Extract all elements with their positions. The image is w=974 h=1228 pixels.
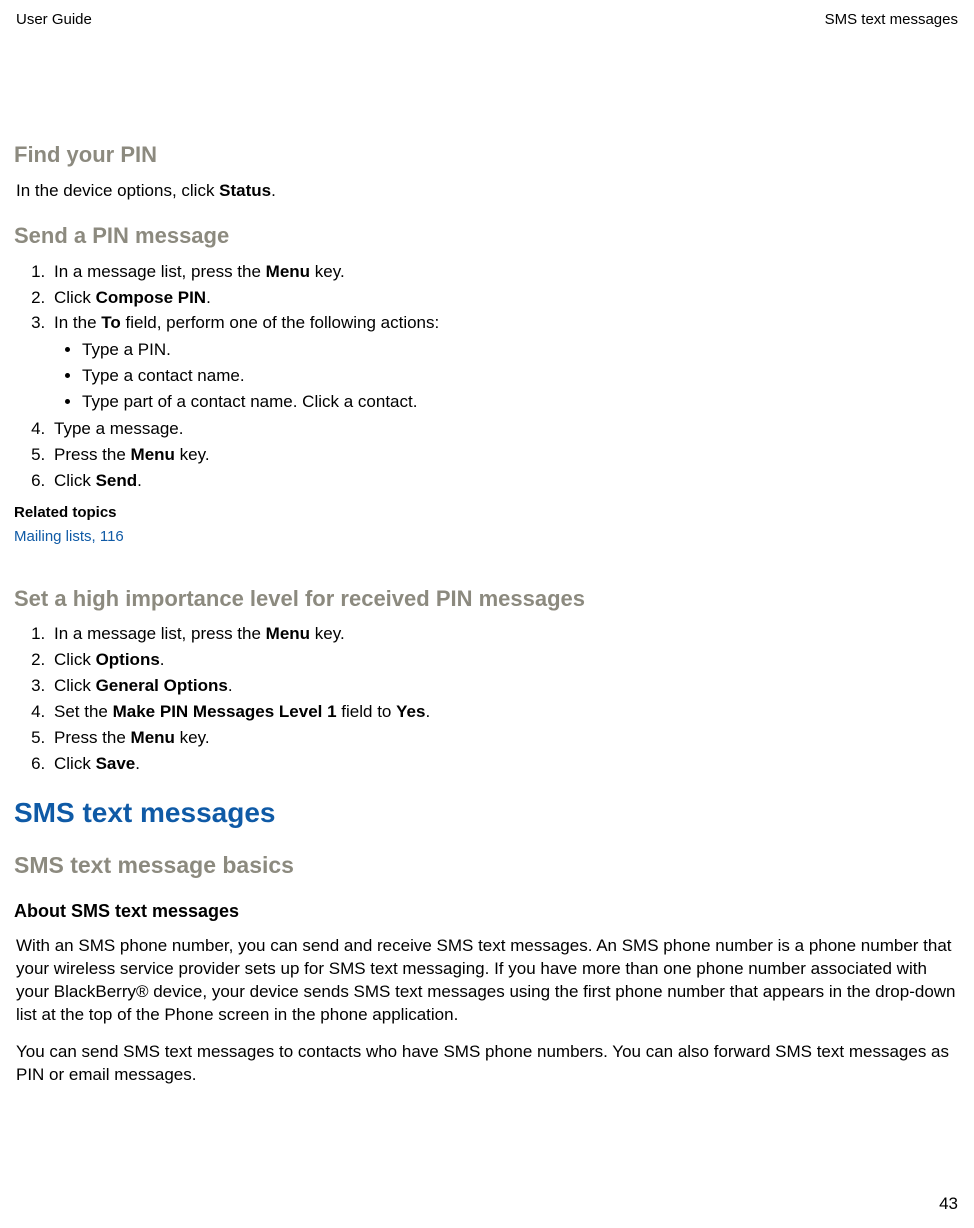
text-fragment: key. bbox=[175, 728, 210, 747]
heading-about-sms: About SMS text messages bbox=[14, 899, 960, 923]
text-fragment: In the device options, click bbox=[16, 181, 219, 200]
list-item: Click Send. bbox=[50, 470, 960, 493]
list-item: In a message list, press the Menu key. bbox=[50, 623, 960, 646]
text-fragment: In the bbox=[54, 313, 101, 332]
list-item: Click General Options. bbox=[50, 675, 960, 698]
text-fragment: Click bbox=[54, 676, 96, 695]
bold-compose-pin: Compose PIN bbox=[96, 288, 207, 307]
text-fragment: Click bbox=[54, 754, 96, 773]
text-fragment: Click bbox=[54, 471, 96, 490]
text-fragment: Click bbox=[54, 288, 96, 307]
list-item: Type a PIN. bbox=[82, 339, 960, 362]
text-fragment: . bbox=[160, 650, 165, 669]
text-fragment: . bbox=[228, 676, 233, 695]
bold-options: Options bbox=[96, 650, 160, 669]
heading-high-importance: Set a high importance level for received… bbox=[14, 584, 960, 614]
text-fragment: key. bbox=[310, 262, 345, 281]
list-item: Press the Menu key. bbox=[50, 444, 960, 467]
page-header: User Guide SMS text messages bbox=[14, 10, 960, 30]
text-fragment: . bbox=[425, 702, 430, 721]
text-fragment: Click bbox=[54, 650, 96, 669]
high-importance-steps: In a message list, press the Menu key. C… bbox=[14, 623, 960, 776]
about-sms-para2: You can send SMS text messages to contac… bbox=[16, 1041, 960, 1087]
text-fragment: key. bbox=[175, 445, 210, 464]
text-fragment: key. bbox=[310, 624, 345, 643]
list-item: In a message list, press the Menu key. bbox=[50, 261, 960, 284]
text-fragment: In a message list, press the bbox=[54, 624, 266, 643]
header-left: User Guide bbox=[16, 10, 92, 30]
list-item: Type part of a contact name. Click a con… bbox=[82, 391, 960, 414]
top-spacer bbox=[14, 30, 960, 140]
text-fragment: Press the bbox=[54, 445, 131, 464]
heading-find-your-pin: Find your PIN bbox=[14, 140, 960, 170]
bold-general-options: General Options bbox=[96, 676, 228, 695]
bold-make-pin-level1: Make PIN Messages Level 1 bbox=[113, 702, 337, 721]
heading-send-pin-message: Send a PIN message bbox=[14, 221, 960, 251]
bold-yes: Yes bbox=[396, 702, 425, 721]
bold-status: Status bbox=[219, 181, 271, 200]
bold-to: To bbox=[101, 313, 121, 332]
bold-menu: Menu bbox=[266, 262, 310, 281]
bold-menu: Menu bbox=[131, 728, 175, 747]
heading-sms-text-messages: SMS text messages bbox=[14, 794, 960, 832]
page: User Guide SMS text messages Find your P… bbox=[0, 0, 974, 1228]
list-item: Type a message. bbox=[50, 418, 960, 441]
list-item: Type a contact name. bbox=[82, 365, 960, 388]
related-topics-heading: Related topics bbox=[14, 503, 960, 523]
bold-send: Send bbox=[96, 471, 138, 490]
list-item: Press the Menu key. bbox=[50, 727, 960, 750]
send-pin-steps: In a message list, press the Menu key. C… bbox=[14, 261, 960, 493]
bold-menu: Menu bbox=[266, 624, 310, 643]
list-item: Click Options. bbox=[50, 649, 960, 672]
text-fragment: . bbox=[206, 288, 211, 307]
heading-sms-basics: SMS text message basics bbox=[14, 850, 960, 881]
list-item: Click Save. bbox=[50, 753, 960, 776]
about-sms-para1: With an SMS phone number, you can send a… bbox=[16, 935, 960, 1027]
text-fragment: Set the bbox=[54, 702, 113, 721]
text-fragment: . bbox=[137, 471, 142, 490]
text-fragment: Press the bbox=[54, 728, 131, 747]
find-pin-body: In the device options, click Status. bbox=[16, 180, 960, 203]
text-fragment: field to bbox=[337, 702, 397, 721]
list-item: Click Compose PIN. bbox=[50, 287, 960, 310]
bold-menu: Menu bbox=[131, 445, 175, 464]
list-item: Set the Make PIN Messages Level 1 field … bbox=[50, 701, 960, 724]
text-fragment: field, perform one of the following acti… bbox=[121, 313, 439, 332]
text-fragment: . bbox=[135, 754, 140, 773]
list-item: In the To field, perform one of the foll… bbox=[50, 312, 960, 414]
bold-save: Save bbox=[96, 754, 136, 773]
to-field-options: Type a PIN. Type a contact name. Type pa… bbox=[54, 339, 960, 414]
page-number: 43 bbox=[939, 1193, 958, 1216]
header-right: SMS text messages bbox=[825, 10, 958, 30]
text-fragment: . bbox=[271, 181, 276, 200]
related-link-mailing-lists[interactable]: Mailing lists, 116 bbox=[14, 527, 124, 547]
text-fragment: In a message list, press the bbox=[54, 262, 266, 281]
